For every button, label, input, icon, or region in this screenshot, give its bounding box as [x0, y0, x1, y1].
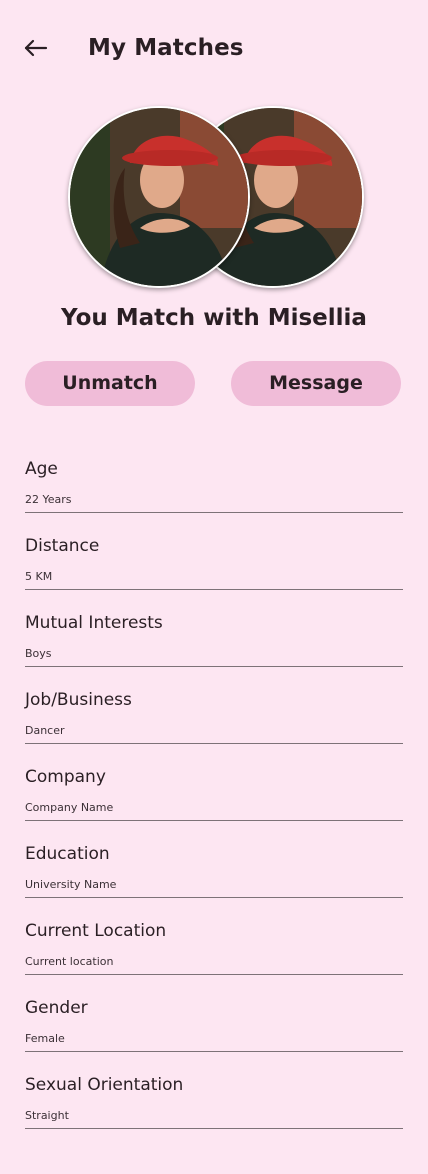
field-divider: [25, 974, 403, 975]
field-label: Job/Business: [25, 690, 132, 710]
field-label: Gender: [25, 998, 88, 1018]
field-divider: [25, 512, 403, 513]
match-title: You Match with Misellia: [61, 305, 367, 331]
back-button[interactable]: [22, 34, 52, 64]
field-value: 5 KM: [25, 570, 53, 583]
profile-details: Age 22 Years Distance 5 KM Mutual Intere…: [25, 455, 403, 1148]
field-distance: Distance 5 KM: [25, 532, 403, 609]
field-age: Age 22 Years: [25, 455, 403, 532]
field-job-business: Job/Business Dancer: [25, 686, 403, 763]
field-label: Sexual Orientation: [25, 1075, 184, 1095]
app-header: My Matches: [0, 0, 428, 100]
field-label: Mutual Interests: [25, 613, 163, 633]
field-value: Company Name: [25, 801, 114, 814]
field-company: Company Company Name: [25, 763, 403, 840]
field-gender: Gender Female: [25, 994, 403, 1071]
field-sexual-orientation: Sexual Orientation Straight: [25, 1071, 403, 1148]
field-value: 22 Years: [25, 493, 72, 506]
arrow-left-icon: [24, 39, 48, 57]
field-value: Dancer: [25, 724, 65, 737]
unmatch-button[interactable]: Unmatch: [25, 361, 195, 406]
field-divider: [25, 820, 403, 821]
field-education: Education University Name: [25, 840, 403, 917]
field-value: Boys: [25, 647, 52, 660]
field-divider: [25, 743, 403, 744]
field-mutual-interests: Mutual Interests Boys: [25, 609, 403, 686]
avatar-me: [68, 106, 250, 288]
message-button[interactable]: Message: [231, 361, 401, 406]
field-divider: [25, 589, 403, 590]
field-divider: [25, 1051, 403, 1052]
page-title: My Matches: [88, 35, 244, 61]
field-label: Age: [25, 459, 58, 479]
field-label: Distance: [25, 536, 100, 556]
profile-photo: [70, 108, 248, 286]
field-label: Company: [25, 767, 106, 787]
match-avatars: [68, 106, 364, 288]
field-value: Straight: [25, 1109, 69, 1122]
field-value: Current location: [25, 955, 114, 968]
field-divider: [25, 666, 403, 667]
field-label: Current Location: [25, 921, 167, 941]
field-value: University Name: [25, 878, 117, 891]
field-current-location: Current Location Current location: [25, 917, 403, 994]
field-label: Education: [25, 844, 110, 864]
field-divider: [25, 897, 403, 898]
field-value: Female: [25, 1032, 65, 1045]
field-divider: [25, 1128, 403, 1129]
